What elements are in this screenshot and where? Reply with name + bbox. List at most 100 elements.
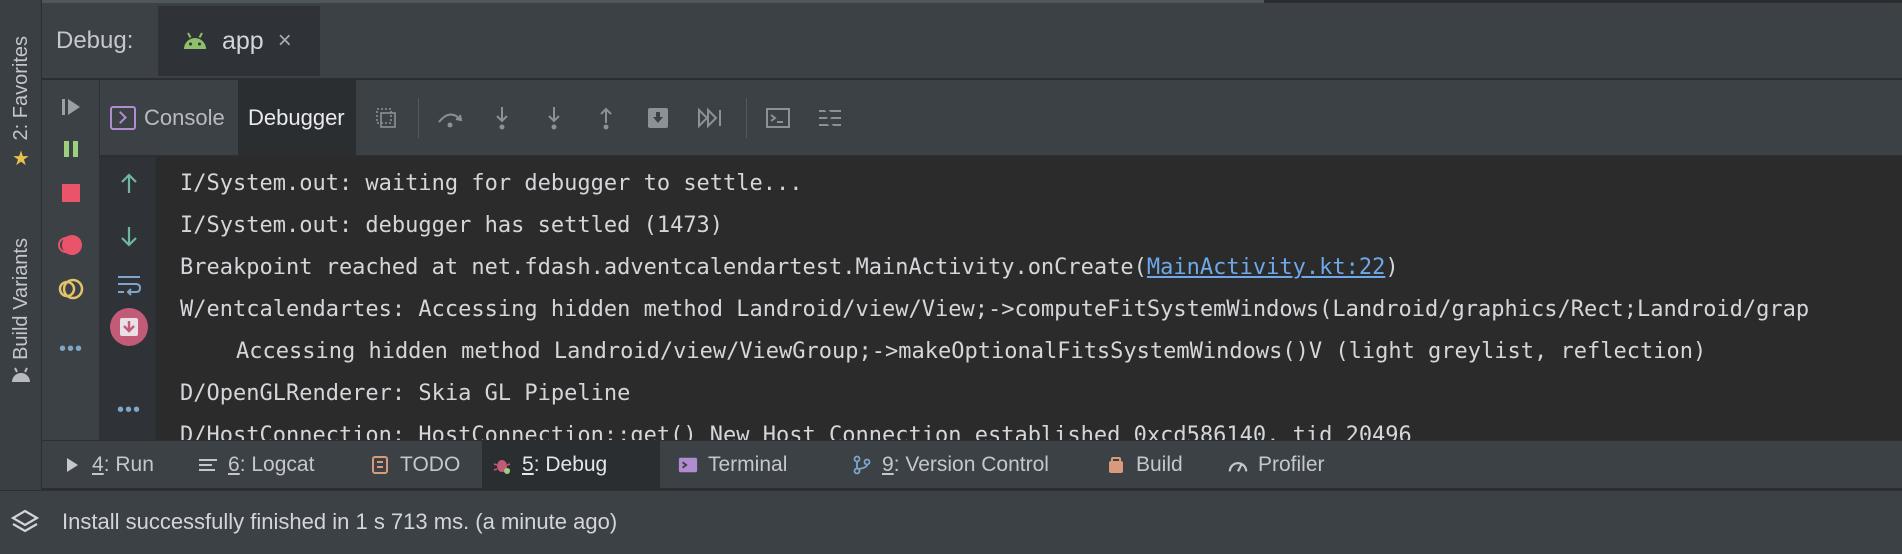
tab-build-label: Build	[1136, 453, 1183, 476]
build-variants-tab-label: Build Variants	[9, 238, 32, 360]
stop-button[interactable]	[54, 176, 88, 210]
bug-icon	[492, 455, 512, 475]
todo-icon	[370, 455, 390, 475]
force-step-into-icon	[548, 107, 560, 130]
console-line: D/OpenGLRenderer: Skia GL Pipeline	[180, 381, 631, 406]
favorites-tab[interactable]: 2: Favorites ★	[2, 36, 40, 171]
tab-logcat-num: 6	[228, 453, 240, 476]
breakpoint-text: Breakpoint reached at net.fdash.adventca…	[180, 255, 1147, 280]
toolbar-separator	[418, 98, 419, 138]
up-arrow-icon	[121, 173, 137, 193]
tab-console[interactable]: Console	[100, 80, 238, 156]
drop-frame-icon	[648, 108, 668, 128]
build-variants-tab[interactable]: Build Variants	[2, 238, 40, 389]
tab-version-control-num: 9	[882, 453, 894, 476]
run-to-cursor-button[interactable]	[694, 102, 726, 134]
console-gutter: •••	[100, 157, 157, 440]
evaluate-icon	[766, 108, 790, 128]
view-breakpoints-button[interactable]	[54, 228, 88, 262]
android-icon	[184, 32, 206, 49]
down-button[interactable]	[112, 219, 146, 253]
toolbar-separator	[746, 98, 747, 138]
evaluate-button[interactable]	[762, 102, 794, 134]
stop-icon	[62, 184, 80, 202]
tab-version-control-label: : Version Control	[893, 453, 1049, 476]
tab-version-control[interactable]: 9: Version Control	[842, 441, 1059, 489]
tab-profiler[interactable]: Profiler	[1218, 441, 1335, 489]
breakpoint-close: )	[1385, 255, 1399, 280]
more-controls-button[interactable]: •••	[54, 332, 88, 366]
tab-debugger-label: Debugger	[248, 105, 345, 130]
tab-debugger[interactable]: Debugger	[238, 80, 356, 156]
step-out-button[interactable]	[590, 102, 622, 134]
step-into-button[interactable]	[486, 102, 518, 134]
console-line: Accessing hidden method Landroid/view/Vi…	[236, 339, 1707, 364]
console-line-breakpoint: Breakpoint reached at net.fdash.adventca…	[180, 255, 1399, 280]
tab-todo-label: TODO	[400, 453, 461, 476]
more-gutter-button[interactable]: •••	[112, 393, 146, 427]
left-tool-strip: 2: Favorites ★ Build Variants	[0, 0, 42, 490]
close-icon[interactable]: ×	[278, 27, 292, 55]
tab-run[interactable]: 4: Run	[52, 441, 164, 489]
trace-icon	[819, 107, 841, 129]
more-icon: •••	[58, 337, 83, 360]
pause-icon	[64, 141, 78, 157]
drop-frame-button[interactable]	[642, 102, 674, 134]
branch-icon	[852, 455, 872, 475]
tab-build[interactable]: Build	[1096, 441, 1193, 489]
status-bar: Install successfully finished in 1 s 713…	[0, 490, 1902, 554]
step-out-icon	[600, 107, 612, 130]
soft-wrap-icon	[118, 276, 142, 296]
scroll-to-end-button[interactable]	[109, 307, 149, 347]
layers-icon[interactable]	[10, 507, 40, 537]
step-into-icon	[496, 107, 508, 130]
force-step-into-button[interactable]	[538, 102, 570, 134]
tab-todo[interactable]: TODO	[360, 441, 470, 489]
source-link[interactable]: MainActivity.kt:22	[1147, 255, 1385, 280]
gauge-icon	[1228, 455, 1248, 475]
step-over-button[interactable]	[434, 102, 466, 134]
logcat-icon	[198, 455, 218, 475]
tab-app[interactable]: app ×	[158, 6, 320, 76]
run-icon	[62, 455, 82, 475]
debug-title: Debug:	[56, 27, 134, 54]
debug-header: Debug: app ×	[42, 3, 1902, 79]
scroll-to-end-icon	[110, 308, 148, 346]
mute-breakpoints-button[interactable]	[54, 272, 88, 306]
tab-debug-label: : Debug	[533, 453, 608, 476]
tab-run-label: : Run	[103, 453, 154, 476]
tab-terminal-label: Terminal	[708, 453, 788, 476]
console-line: I/System.out: waiting for debugger to se…	[180, 171, 803, 196]
status-message: Install successfully finished in 1 s 713…	[62, 509, 618, 534]
soft-wrap-button[interactable]	[112, 267, 146, 301]
run-to-cursor-icon	[698, 107, 721, 129]
debug-controls: •••	[42, 80, 100, 440]
android-icon	[10, 366, 32, 389]
trace-button[interactable]	[814, 102, 846, 134]
more-icon: •••	[116, 398, 141, 421]
frames-button[interactable]	[370, 102, 402, 134]
console-icon	[110, 106, 136, 130]
resume-button[interactable]	[54, 90, 88, 124]
frames-icon	[376, 108, 396, 128]
tab-debug[interactable]: 5: Debug	[482, 441, 660, 489]
tab-run-num: 4	[92, 453, 104, 476]
tab-profiler-label: Profiler	[1258, 453, 1325, 476]
resume-icon	[62, 99, 80, 115]
pause-button[interactable]	[54, 132, 88, 166]
up-button[interactable]	[112, 167, 146, 201]
step-over-icon	[438, 113, 463, 128]
tab-logcat[interactable]: 6: Logcat	[188, 441, 324, 489]
terminal-icon	[678, 455, 698, 475]
console-line: W/entcalendartes: Accessing hidden metho…	[180, 297, 1810, 322]
console-line: I/System.out: debugger has settled (1473…	[180, 213, 724, 238]
star-icon: ★	[12, 148, 30, 171]
down-arrow-icon	[121, 227, 137, 247]
tab-terminal[interactable]: Terminal	[668, 441, 797, 489]
console-output[interactable]: I/System.out: waiting for debugger to se…	[158, 157, 1902, 440]
tab-debug-num: 5	[522, 453, 534, 476]
mute-breakpoints-icon	[58, 278, 84, 300]
tab-console-label: Console	[144, 105, 225, 130]
tool-window-bar: 4: Run 6: Logcat TODO 5: Debug Terminal …	[42, 440, 1902, 489]
debug-toolbar: Console Debugger	[100, 80, 1902, 156]
